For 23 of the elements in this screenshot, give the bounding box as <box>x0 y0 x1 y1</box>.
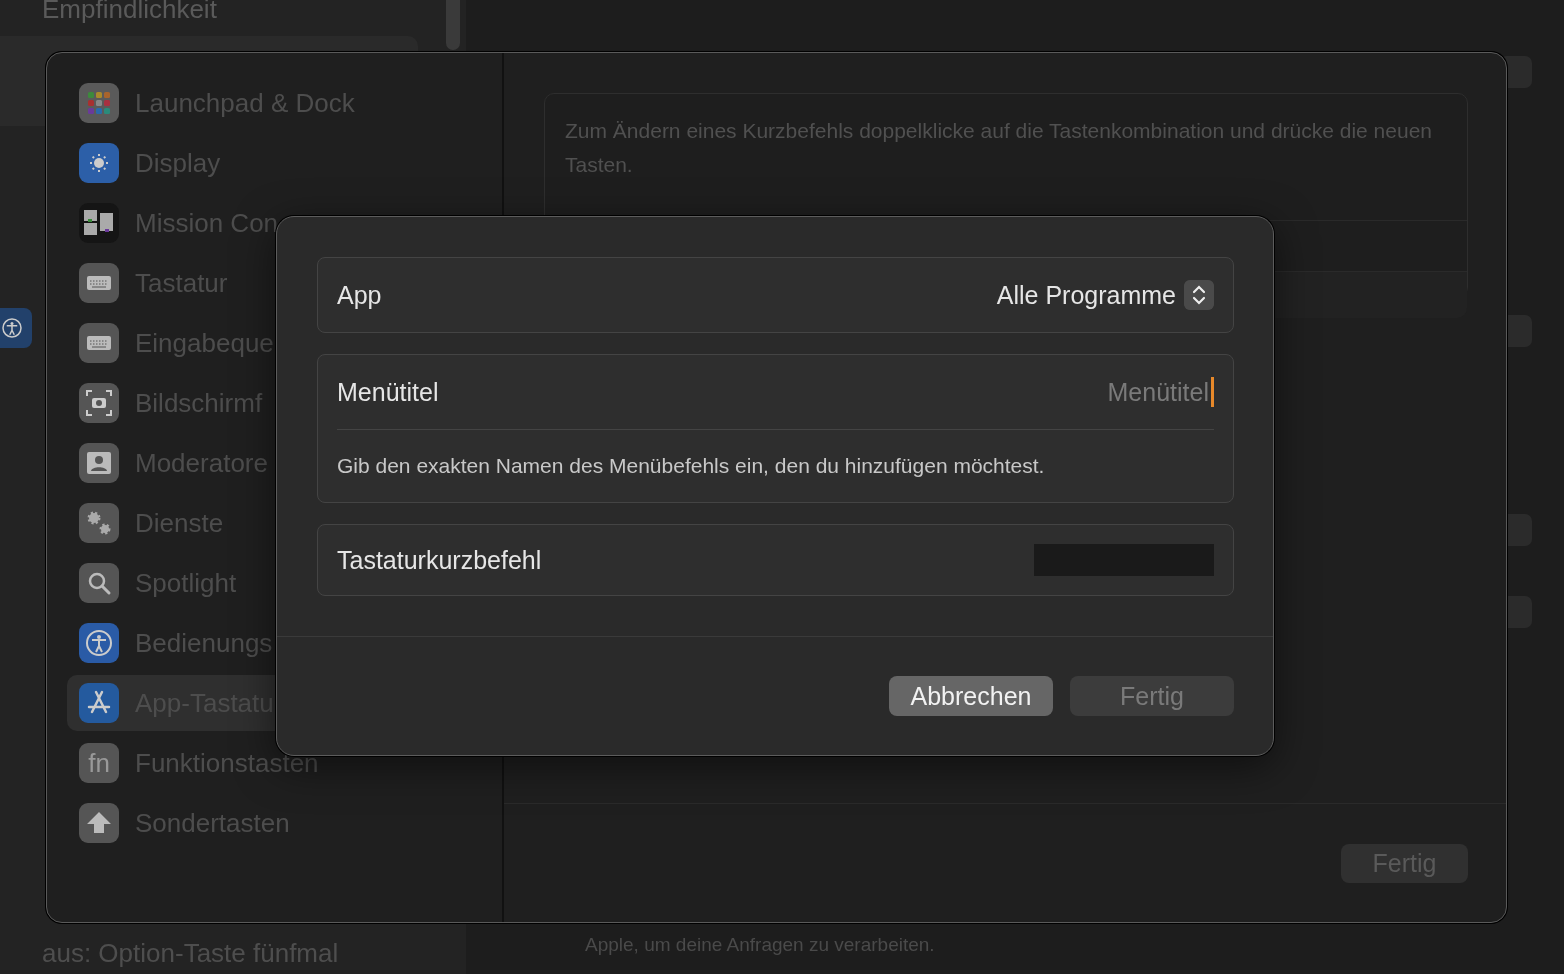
appstore-icon <box>79 683 119 723</box>
scrollbar[interactable] <box>446 0 460 50</box>
shift-icon <box>79 803 119 843</box>
cancel-button[interactable]: Abbrechen <box>889 676 1053 716</box>
field-label: App <box>337 280 382 310</box>
keyboard-icon <box>79 263 119 303</box>
app-popup-button[interactable]: Alle Programme <box>996 280 1214 310</box>
mission-icon <box>79 203 119 243</box>
accessibility-icon <box>79 623 119 663</box>
search-icon <box>79 563 119 603</box>
hint-text: Gib den exakten Namen des Menübefehls ein, den du hinzufügen möchtest. <box>337 453 1046 479</box>
accessibility-icon[interactable] <box>0 308 32 348</box>
display-icon <box>79 143 119 183</box>
fn-key-icon: fn <box>79 743 119 783</box>
keyboard-icon <box>79 323 119 363</box>
presenter-icon <box>79 443 119 483</box>
field-label: Menütitel <box>337 377 439 407</box>
field-label: Tastaturkurzbefehl <box>337 545 542 575</box>
text-cursor <box>1211 377 1214 407</box>
screenshot-icon <box>79 383 119 423</box>
launchpad-icon <box>79 83 119 123</box>
gears-icon <box>79 503 119 543</box>
menu-title-field[interactable]: Menütitel <box>909 377 1209 407</box>
